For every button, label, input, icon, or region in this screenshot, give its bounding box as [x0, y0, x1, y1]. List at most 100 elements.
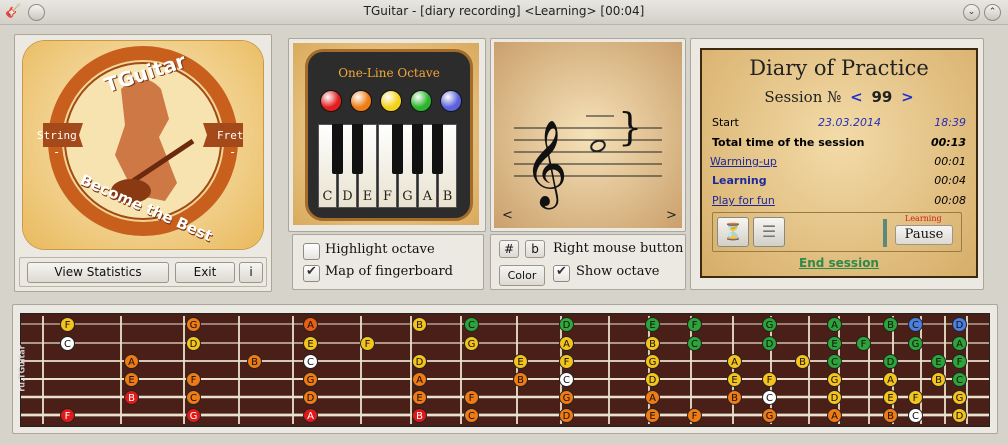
piano-black-key[interactable]: [432, 124, 443, 174]
map-of-fingerboard-checkbox[interactable]: [303, 264, 320, 282]
session-next-button[interactable]: >: [901, 88, 914, 106]
fretboard-note[interactable]: A: [727, 354, 742, 369]
fretboard-note[interactable]: G: [303, 372, 318, 387]
fretboard-note[interactable]: B: [727, 390, 742, 405]
fretboard-note[interactable]: B: [645, 336, 660, 351]
fretboard-note[interactable]: G: [186, 317, 201, 332]
fretboard-note[interactable]: B: [412, 317, 427, 332]
fretboard-note[interactable]: B: [795, 354, 810, 369]
fretboard-note[interactable]: D: [827, 390, 842, 405]
view-statistics-button[interactable]: View Statistics: [27, 262, 169, 283]
fretboard-note[interactable]: D: [952, 408, 967, 423]
fretboard-note[interactable]: D: [952, 317, 967, 332]
fretboard-note[interactable]: A: [827, 317, 842, 332]
fretboard-note[interactable]: C: [60, 336, 75, 351]
fretboard-note[interactable]: C: [303, 354, 318, 369]
fretboard-note[interactable]: F: [952, 354, 967, 369]
fretboard-note[interactable]: A: [303, 408, 318, 423]
fretboard-note[interactable]: C: [952, 372, 967, 387]
fretboard-note[interactable]: F: [687, 317, 702, 332]
metronome-icon[interactable]: ⏳: [717, 217, 749, 247]
fretboard-note[interactable]: D: [883, 354, 898, 369]
fretboard-note[interactable]: A: [827, 408, 842, 423]
fretboard-note[interactable]: A: [412, 372, 427, 387]
fretboard-note[interactable]: E: [931, 354, 946, 369]
warmup-link[interactable]: Warming-up: [710, 155, 777, 168]
fretboard-note[interactable]: B: [931, 372, 946, 387]
fretboard-note[interactable]: E: [827, 336, 842, 351]
piano-black-key[interactable]: [392, 124, 403, 174]
fretboard-note[interactable]: A: [952, 336, 967, 351]
fretboard-note[interactable]: D: [186, 336, 201, 351]
fretboard-note[interactable]: E: [303, 336, 318, 351]
fretboard-note[interactable]: D: [762, 336, 777, 351]
fretboard-note[interactable]: E: [727, 372, 742, 387]
fretboard-note[interactable]: F: [687, 408, 702, 423]
fretboard-note[interactable]: B: [883, 408, 898, 423]
fretboard-note[interactable]: E: [412, 390, 427, 405]
fretboard-note[interactable]: D: [559, 317, 574, 332]
records-icon[interactable]: ☰: [753, 217, 785, 247]
info-button[interactable]: i: [239, 262, 263, 283]
play-for-fun-link[interactable]: Play for fun: [712, 194, 775, 207]
fretboard-note[interactable]: C: [464, 408, 479, 423]
sharp-button[interactable]: #: [499, 240, 519, 258]
fretboard-note[interactable]: F: [856, 336, 871, 351]
fretboard-note[interactable]: C: [827, 354, 842, 369]
exit-button[interactable]: Exit: [175, 262, 235, 283]
fretboard-note[interactable]: G: [645, 354, 660, 369]
fretboard-note[interactable]: B: [513, 372, 528, 387]
fretboard-note[interactable]: C: [762, 390, 777, 405]
fretboard-note[interactable]: G: [908, 336, 923, 351]
fretboard-note[interactable]: E: [124, 372, 139, 387]
fretboard-note[interactable]: G: [186, 408, 201, 423]
fretboard-note[interactable]: F: [464, 390, 479, 405]
fretboard-note[interactable]: F: [762, 372, 777, 387]
minimize-button[interactable]: ⌄: [963, 4, 980, 21]
piano-black-key[interactable]: [332, 124, 343, 174]
show-octave-checkbox[interactable]: [553, 264, 570, 282]
fretboard-note[interactable]: E: [513, 354, 528, 369]
fretboard-note[interactable]: C: [186, 390, 201, 405]
fretboard-note[interactable]: B: [412, 408, 427, 423]
piano-black-key[interactable]: [412, 124, 423, 174]
fretboard-note[interactable]: F: [559, 354, 574, 369]
fretboard-note[interactable]: A: [883, 372, 898, 387]
notation-prev[interactable]: <: [502, 208, 513, 223]
fretboard-note[interactable]: C: [908, 408, 923, 423]
fretboard-note[interactable]: E: [645, 317, 660, 332]
fretboard-note[interactable]: G: [762, 317, 777, 332]
session-prev-button[interactable]: <: [850, 88, 863, 106]
fretboard-note[interactable]: F: [60, 317, 75, 332]
highlight-octave-checkbox[interactable]: [303, 243, 320, 260]
fretboard-note[interactable]: E: [883, 390, 898, 405]
fretboard-note[interactable]: B: [124, 390, 139, 405]
fretboard-note[interactable]: A: [303, 317, 318, 332]
notation-next[interactable]: >: [666, 208, 677, 223]
fretboard-note[interactable]: A: [645, 390, 660, 405]
flat-button[interactable]: b: [525, 240, 545, 258]
end-session-link[interactable]: End session: [702, 256, 976, 270]
fretboard-note[interactable]: B: [247, 354, 262, 369]
fretboard-note[interactable]: C: [464, 317, 479, 332]
fretboard-note[interactable]: D: [303, 390, 318, 405]
fretboard-note[interactable]: F: [186, 372, 201, 387]
fretboard-note[interactable]: A: [559, 336, 574, 351]
fretboard-note[interactable]: G: [762, 408, 777, 423]
piano-black-key[interactable]: [352, 124, 363, 174]
fretboard-note[interactable]: G: [464, 336, 479, 351]
fretboard-note[interactable]: D: [412, 354, 427, 369]
fretboard-note[interactable]: D: [645, 372, 660, 387]
fretboard-note[interactable]: D: [559, 408, 574, 423]
fretboard-note[interactable]: G: [952, 390, 967, 405]
fretboard-note[interactable]: F: [60, 408, 75, 423]
pause-button[interactable]: Pause: [895, 225, 953, 245]
fretboard-note[interactable]: F: [908, 390, 923, 405]
fretboard-note[interactable]: E: [645, 408, 660, 423]
fretboard-note[interactable]: C: [559, 372, 574, 387]
fretboard-note[interactable]: B: [883, 317, 898, 332]
color-button[interactable]: Color: [499, 265, 545, 286]
fretboard-note[interactable]: C: [908, 317, 923, 332]
fretboard-note[interactable]: F: [360, 336, 375, 351]
fretboard-note[interactable]: C: [687, 336, 702, 351]
